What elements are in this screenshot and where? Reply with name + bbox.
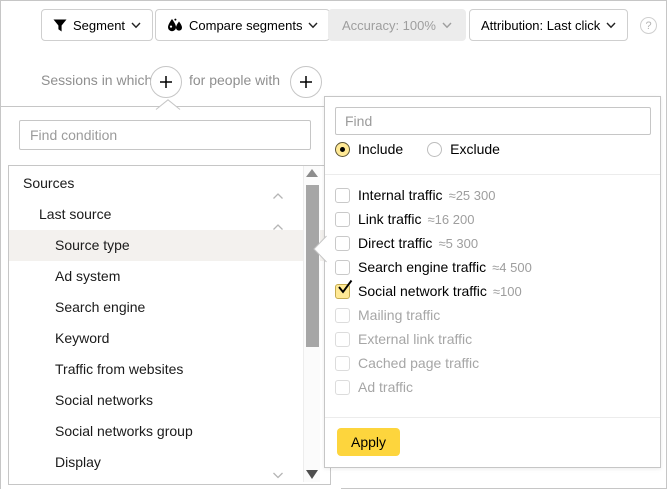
panel-notch-up: [154, 97, 182, 115]
tree-item-label: Ad system: [55, 268, 120, 284]
add-people-condition-button[interactable]: [290, 66, 322, 98]
traffic-option-row[interactable]: Link traffic ≈16 200: [335, 207, 652, 231]
include-radio[interactable]: [335, 142, 350, 157]
traffic-option-row: External link traffic: [335, 327, 652, 351]
divider: [325, 417, 660, 418]
tree-item-label: Traffic from websites: [55, 361, 183, 377]
exclude-radio[interactable]: [427, 142, 442, 157]
traffic-option-label: Cached page traffic: [358, 355, 479, 371]
traffic-options-list: Internal traffic ≈25 300 Link traffic ≈16 2…: [335, 183, 652, 399]
checkbox-icon[interactable]: [335, 188, 350, 203]
traffic-option-label: Social network traffic: [358, 283, 487, 299]
traffic-option-label: Direct traffic: [358, 235, 432, 251]
filter-icon: [53, 19, 67, 32]
tree-item-label: Source type: [55, 237, 130, 253]
attribution-label: Attribution: Last click: [481, 18, 600, 33]
plus-icon: [159, 75, 173, 89]
traffic-option-label: Internal traffic: [358, 187, 443, 203]
traffic-option-label: External link traffic: [358, 331, 472, 347]
traffic-option-label: Link traffic: [358, 211, 422, 227]
for-people-with-label: for people with: [189, 72, 280, 88]
traffic-option-label: Search engine traffic: [358, 259, 486, 275]
checkbox-checked-icon[interactable]: [335, 284, 350, 299]
scroll-up-icon[interactable]: [306, 169, 318, 177]
traffic-option-row[interactable]: Direct traffic ≈5 300: [335, 231, 652, 255]
traffic-option-count: ≈25 300: [449, 188, 496, 203]
checkbox-icon: [335, 308, 350, 323]
traffic-option-label: Mailing traffic: [358, 307, 440, 323]
add-session-condition-button[interactable]: [150, 66, 182, 98]
divider: [325, 174, 660, 175]
sessions-in-which-label: Sessions in which: [41, 72, 152, 88]
tree-item[interactable]: Search engine: [9, 292, 330, 323]
traffic-option-row[interactable]: Search engine traffic ≈4 500: [335, 255, 652, 279]
chevron-down-icon: [442, 22, 452, 29]
chevron-down-icon: [131, 22, 141, 29]
segment-button[interactable]: Segment: [41, 9, 153, 41]
tree-item-label: Search engine: [55, 299, 145, 315]
tree-item[interactable]: Sources: [9, 168, 330, 199]
tree-item[interactable]: Source type: [9, 230, 330, 261]
traffic-option-row: Cached page traffic: [335, 351, 652, 375]
chevron-down-icon[interactable]: [272, 459, 284, 485]
traffic-option-label: Ad traffic: [358, 379, 413, 395]
include-exclude-row: Include Exclude: [335, 141, 500, 157]
tree-item[interactable]: Traffic from websites: [9, 354, 330, 385]
traffic-option-count: ≈100: [493, 284, 522, 299]
segment-button-label: Segment: [73, 18, 125, 33]
exclude-label[interactable]: Exclude: [450, 141, 500, 157]
popup-find-input[interactable]: [335, 107, 651, 135]
accuracy-dropdown[interactable]: Accuracy: 100%: [328, 9, 466, 41]
tree-item-label: Last source: [39, 206, 111, 222]
include-option[interactable]: Include: [335, 141, 403, 157]
traffic-option-row: Mailing traffic: [335, 303, 652, 327]
plus-icon: [299, 75, 313, 89]
chevron-down-icon: [308, 22, 318, 29]
tree-item[interactable]: Last source: [9, 199, 330, 230]
tree-item[interactable]: Display: [9, 447, 330, 478]
traffic-option-count: ≈5 300: [438, 236, 478, 251]
checkbox-icon: [335, 380, 350, 395]
tree-item-label: Social networks: [55, 392, 153, 408]
tree-item-label: Sources: [23, 175, 74, 191]
tree-item-label: Keyword: [55, 330, 109, 346]
popup-notch-left: [312, 235, 327, 268]
apply-button[interactable]: Apply: [337, 428, 400, 456]
traffic-option-count: ≈4 500: [492, 260, 532, 275]
tree-item[interactable]: Keyword: [9, 323, 330, 354]
exclude-option[interactable]: Exclude: [427, 141, 500, 157]
checkbox-icon[interactable]: [335, 212, 350, 227]
segmentation-page: Segment Compare segments Accuracy: 100% …: [0, 0, 667, 489]
accuracy-label: Accuracy: 100%: [342, 18, 436, 33]
checkbox-icon[interactable]: [335, 260, 350, 275]
tree-item[interactable]: Ad system: [9, 261, 330, 292]
scroll-down-icon[interactable]: [306, 470, 318, 479]
compare-segments-label: Compare segments: [189, 18, 302, 33]
condition-picker-panel: Sources Last source Source type Ad system Se…: [1, 106, 341, 490]
checkbox-icon[interactable]: [335, 236, 350, 251]
traffic-option-row: Ad traffic: [335, 375, 652, 399]
tree-item[interactable]: Social networks group: [9, 416, 330, 447]
find-condition-input[interactable]: [19, 120, 311, 150]
compare-drops-icon: [167, 18, 183, 32]
traffic-option-row[interactable]: Social network traffic ≈100: [335, 279, 652, 303]
condition-tree: Sources Last source Source type Ad system Se…: [8, 165, 331, 485]
tree-item-label: Social networks group: [55, 423, 193, 439]
compare-segments-button[interactable]: Compare segments: [155, 9, 330, 41]
checkbox-icon: [335, 356, 350, 371]
chevron-down-icon: [606, 22, 616, 29]
help-icon[interactable]: ?: [640, 17, 657, 34]
tree-item[interactable]: Social networks: [9, 385, 330, 416]
tree-scrollbar: [303, 166, 320, 482]
tree-item-label: Display: [55, 454, 101, 470]
checkbox-icon: [335, 332, 350, 347]
traffic-option-count: ≈16 200: [428, 212, 475, 227]
attribution-button[interactable]: Attribution: Last click: [469, 9, 628, 41]
source-type-popup: Include Exclude Internal traffic ≈25 300 L…: [324, 96, 661, 468]
include-label[interactable]: Include: [358, 141, 403, 157]
traffic-option-row[interactable]: Internal traffic ≈25 300: [335, 183, 652, 207]
